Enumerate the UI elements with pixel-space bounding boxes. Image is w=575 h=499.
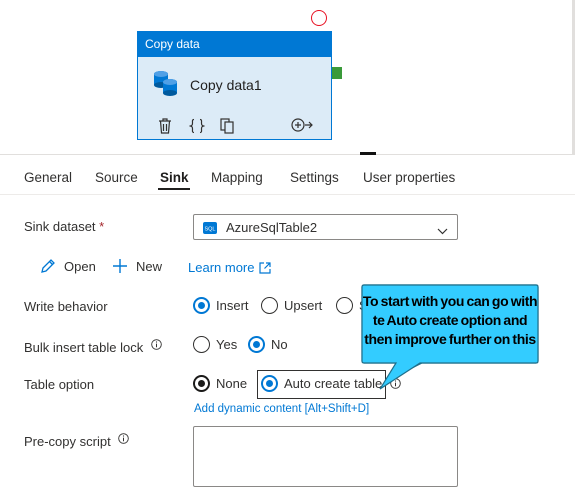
activity-status-icon <box>311 10 327 26</box>
database-copy-icon <box>152 69 180 100</box>
external-link-icon <box>259 261 272 274</box>
info-icon[interactable] <box>118 432 130 447</box>
sink-dataset-label: Sink dataset * <box>24 219 105 234</box>
plus-icon <box>112 258 128 274</box>
copy-data-activity[interactable]: Copy data Copy data1 <box>137 31 332 140</box>
pencil-icon <box>40 258 56 274</box>
activity-name: Copy data1 <box>190 77 262 93</box>
learn-more-link[interactable]: Learn more <box>188 260 272 275</box>
new-dataset-button[interactable]: New <box>112 258 162 274</box>
tab-user-properties[interactable]: User properties <box>363 170 455 185</box>
radio-selected-indicator <box>193 297 210 314</box>
radio-indicator <box>336 297 353 314</box>
table-option-none-radio[interactable]: None <box>193 375 247 392</box>
write-behavior-label: Write behavior <box>24 299 108 314</box>
sql-dataset-icon: SQL <box>203 222 217 237</box>
bulk-lock-label: Bulk insert table lock <box>24 338 162 355</box>
callout-text: To start with you can go with te Auto cr… <box>362 293 538 347</box>
open-label: Open <box>64 258 96 274</box>
tab-settings[interactable]: Settings <box>290 170 339 185</box>
bulk-lock-yes-radio[interactable]: Yes <box>193 336 237 353</box>
radio-indicator <box>193 375 210 392</box>
code-braces-icon[interactable] <box>188 117 206 135</box>
tab-sink[interactable]: Sink <box>160 170 189 185</box>
required-marker: * <box>99 219 105 234</box>
delete-icon[interactable] <box>156 117 174 135</box>
copy-icon[interactable] <box>218 117 236 135</box>
write-behavior-upsert-radio[interactable]: Upsert <box>261 297 322 314</box>
tab-source[interactable]: Source <box>95 170 138 185</box>
new-label: New <box>136 258 163 274</box>
tab-mapping[interactable]: Mapping <box>211 170 263 185</box>
radio-selected-indicator <box>261 375 278 392</box>
sql-icon-text: SQL <box>204 227 215 233</box>
activity-type-label: Copy data <box>138 32 331 57</box>
radio-selected-indicator <box>248 336 265 353</box>
sink-dataset-value: AzureSqlTable2 <box>226 220 318 235</box>
radio-indicator <box>193 336 210 353</box>
precopy-script-input[interactable] <box>193 426 458 487</box>
add-dynamic-content-link[interactable]: Add dynamic content [Alt+Shift+D] <box>194 403 369 415</box>
open-dataset-button[interactable]: Open <box>40 258 96 274</box>
active-tab-indicator <box>158 188 190 190</box>
add-output-icon[interactable] <box>291 117 313 136</box>
success-output-port[interactable] <box>332 67 342 79</box>
tab-general[interactable]: General <box>24 170 72 185</box>
sink-dataset-select[interactable]: SQL AzureSqlTable2 <box>193 214 458 240</box>
precopy-script-label: Pre-copy script <box>24 432 130 449</box>
bulk-lock-no-radio[interactable]: No <box>248 336 288 353</box>
write-behavior-insert-radio[interactable]: Insert <box>193 297 249 314</box>
radio-indicator <box>261 297 278 314</box>
chevron-down-icon <box>437 223 448 238</box>
properties-tabs: General Source Sink Mapping Settings Use… <box>0 155 575 195</box>
table-option-label: Table option <box>24 377 95 392</box>
info-icon[interactable] <box>151 338 162 353</box>
